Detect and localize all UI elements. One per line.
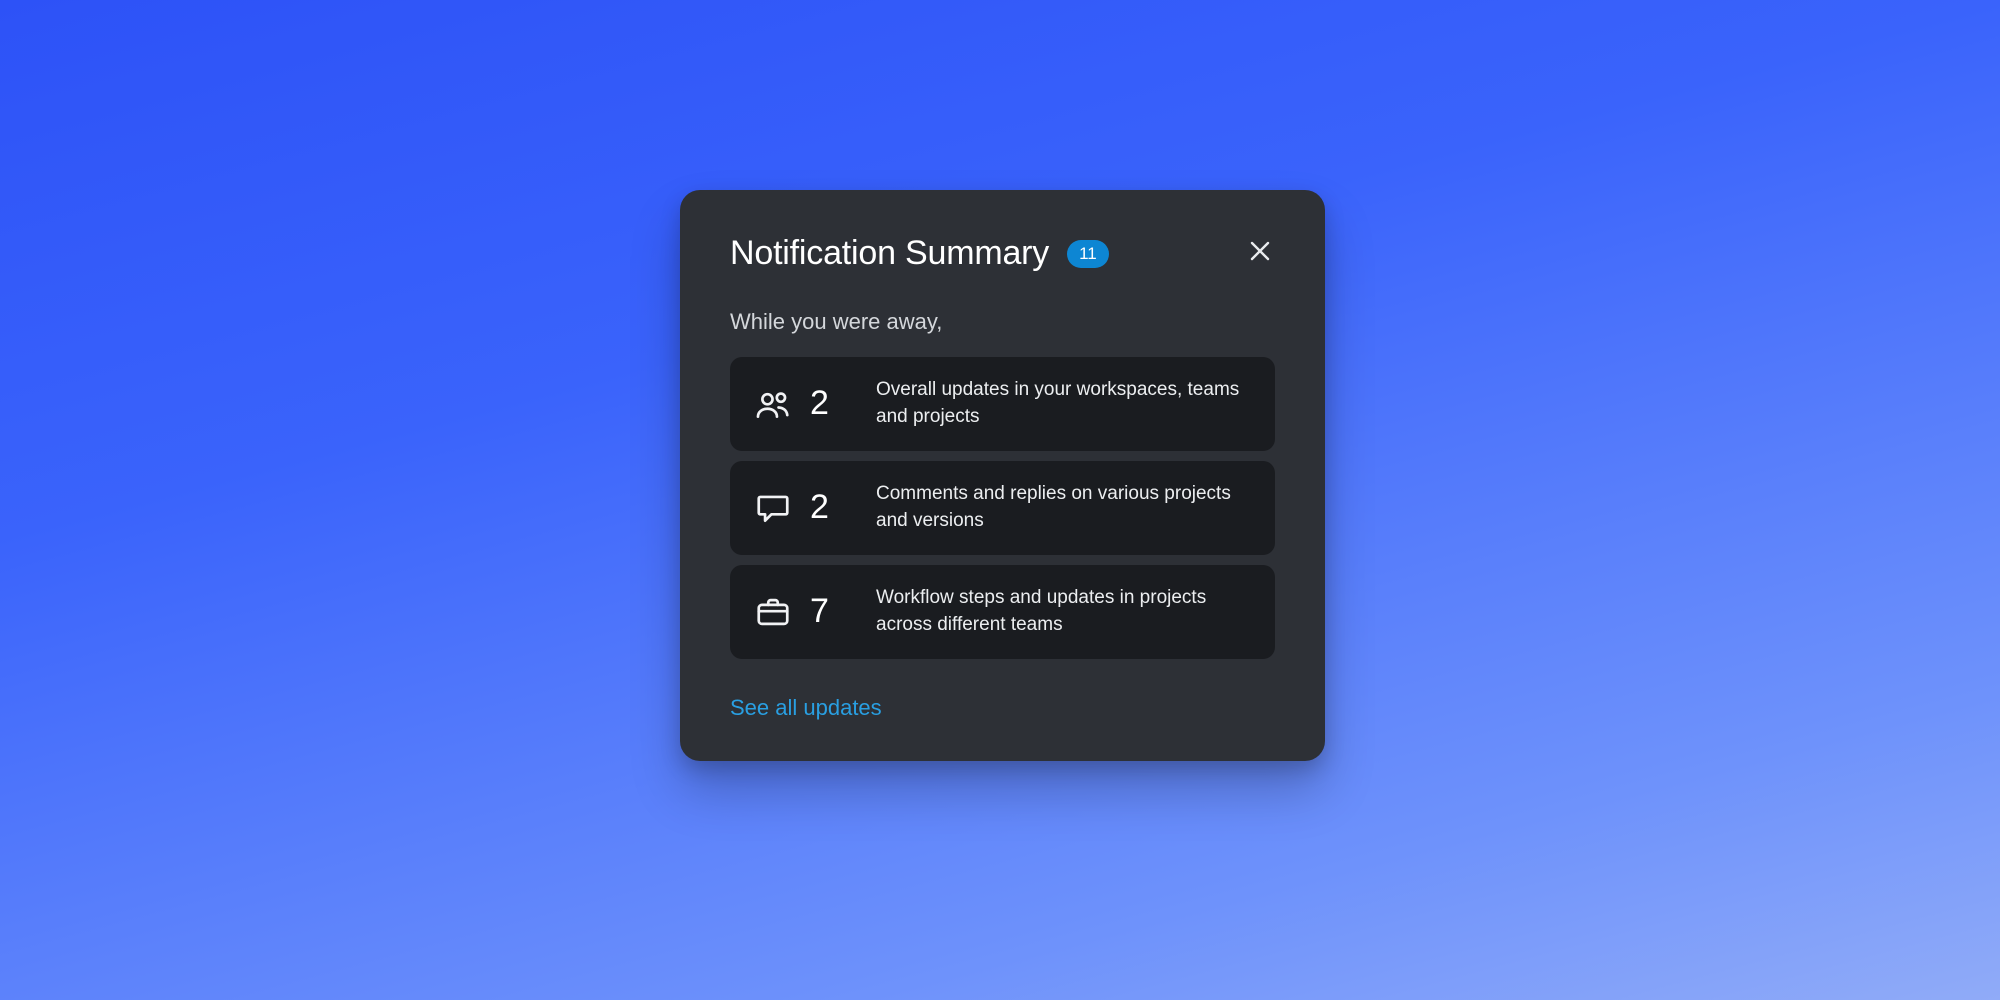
notification-item-comments[interactable]: 2 Comments and replies on various projec…	[730, 461, 1275, 555]
close-button[interactable]	[1245, 239, 1275, 269]
item-left: 2	[754, 488, 850, 527]
header-title-group: Notification Summary 11	[730, 234, 1109, 273]
notification-item-workflow[interactable]: 7 Workflow steps and updates in projects…	[730, 565, 1275, 659]
notification-count-badge: 11	[1067, 240, 1109, 268]
briefcase-icon	[754, 593, 792, 631]
comment-icon	[754, 489, 792, 527]
item-description: Workflow steps and updates in projects a…	[876, 585, 1251, 639]
item-description: Comments and replies on various projects…	[876, 481, 1251, 535]
card-header: Notification Summary 11	[730, 234, 1275, 273]
item-left: 2	[754, 384, 850, 423]
item-left: 7	[754, 592, 850, 631]
notification-summary-card: Notification Summary 11 While you were a…	[680, 190, 1325, 761]
close-icon	[1248, 239, 1272, 268]
notification-item-workspaces[interactable]: 2 Overall updates in your workspaces, te…	[730, 357, 1275, 451]
see-all-updates-link[interactable]: See all updates	[730, 695, 882, 721]
item-count: 2	[810, 384, 829, 423]
item-description: Overall updates in your workspaces, team…	[876, 377, 1251, 431]
item-count: 7	[810, 592, 829, 631]
card-subtitle: While you were away,	[730, 309, 1275, 335]
users-icon	[754, 385, 792, 423]
item-count: 2	[810, 488, 829, 527]
notification-items-list: 2 Overall updates in your workspaces, te…	[730, 357, 1275, 659]
card-title: Notification Summary	[730, 234, 1049, 273]
